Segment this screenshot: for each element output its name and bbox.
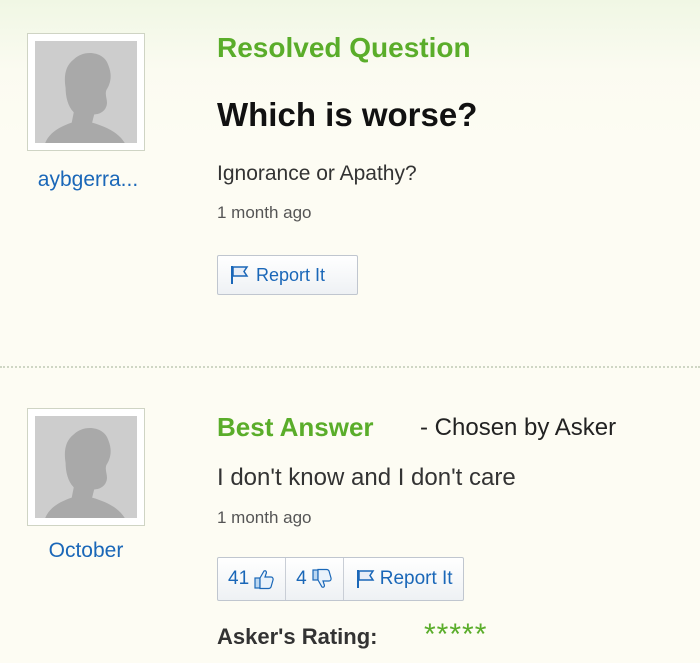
question-timestamp: 1 month ago [217, 203, 312, 222]
answerer-avatar[interactable] [27, 408, 145, 526]
thumbs-down-count: 4 [296, 568, 307, 589]
user-silhouette-icon [35, 416, 137, 518]
flag-icon [354, 568, 376, 590]
flag-icon [228, 264, 250, 286]
section-divider [0, 366, 700, 368]
report-answer-button[interactable]: Report It [344, 558, 463, 600]
thumbs-up-count: 41 [228, 568, 250, 589]
answer-body: I don't know and I don't care [217, 464, 516, 491]
question-title: Which is worse? [217, 96, 478, 133]
question-body: Ignorance or Apathy? [217, 162, 417, 185]
report-answer-label: Report It [379, 568, 453, 589]
report-question-button[interactable]: Report It [217, 255, 358, 295]
rating-stars: ***** [424, 618, 488, 651]
best-answer-label: Best Answer [217, 412, 374, 442]
asker-username-link[interactable]: aybgerra... [18, 168, 158, 192]
thumbs-up-button[interactable]: 41 [218, 558, 287, 600]
answerer-username-link[interactable]: October [16, 539, 156, 563]
report-question-label: Report It [256, 264, 326, 285]
resolved-question-label: Resolved Question [217, 32, 471, 63]
thumbs-up-icon [253, 568, 275, 590]
user-silhouette-icon [35, 41, 137, 143]
qa-page: aybgerra... Resolved Question Which is w… [0, 0, 700, 663]
thumbs-down-icon [311, 568, 333, 590]
chosen-by-asker-label: - Chosen by Asker [420, 414, 617, 441]
thumbs-down-button[interactable]: 4 [286, 558, 344, 600]
asker-avatar[interactable] [27, 33, 145, 151]
answer-vote-toolbar: 41 4 Report It [217, 557, 464, 601]
asker-rating-label: Asker's Rating: [217, 624, 378, 649]
answer-timestamp: 1 month ago [217, 508, 312, 527]
